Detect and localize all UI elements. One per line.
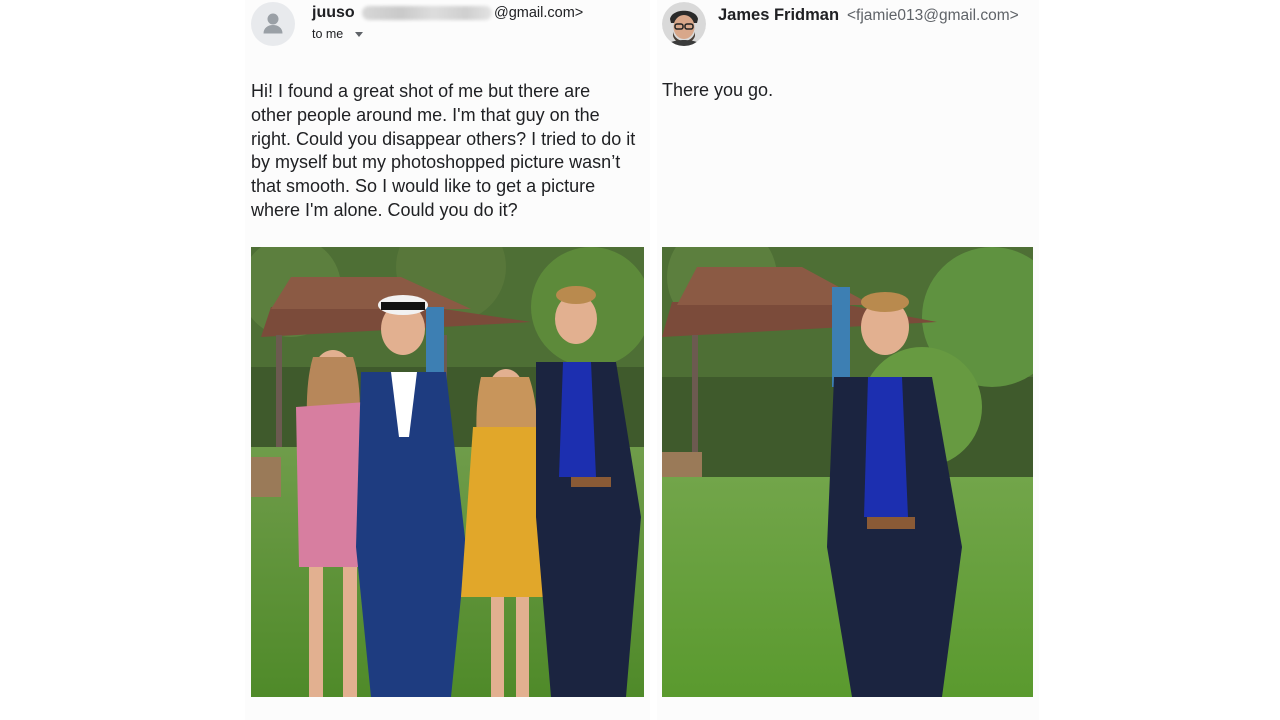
recipient-label: to me <box>312 27 344 41</box>
right-email-panel: James Fridman <fjamie013@gmail.com> Ther… <box>657 0 1039 720</box>
meme-comparison: juuso @gmail.com> to me Hi! I found a gr… <box>0 0 1280 720</box>
chevron-down-icon[interactable] <box>354 32 363 38</box>
default-person-icon <box>251 2 295 46</box>
profile-photo <box>662 2 706 46</box>
sender-name: juuso <box>312 4 355 21</box>
email-body: Hi! I found a great shot of me but there… <box>251 81 636 220</box>
original-group-photo <box>251 247 644 697</box>
email-body: There you go. <box>662 80 774 100</box>
recipient-dropdown[interactable]: to me <box>312 27 363 41</box>
left-email-panel: juuso @gmail.com> to me Hi! I found a gr… <box>245 0 650 720</box>
edited-solo-photo <box>662 247 1033 697</box>
blurred-email-address <box>362 6 492 20</box>
sender-email: @gmail.com> <box>494 5 584 21</box>
sender-email: <fjamie013@gmail.com> <box>847 7 1019 24</box>
sender-name: James Fridman <box>718 6 840 24</box>
